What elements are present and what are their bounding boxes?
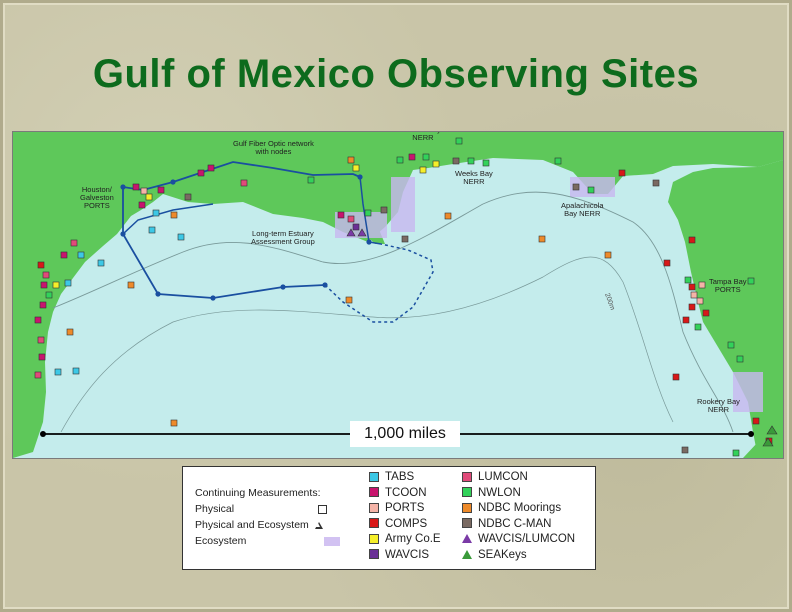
contour-label: 200m [603,292,616,311]
square-marker-icon [462,471,472,482]
legend-label: SEAKeys [478,548,527,561]
square-marker-icon [369,471,379,482]
legend-phys-eco-row: Physical and Ecosystem [195,517,340,533]
legend-label: LUMCON [478,471,528,483]
fiber-dashed [324,243,434,323]
square-marker-icon [369,502,379,513]
square-marker-icon [369,549,379,560]
label-fiber: Gulf Fiber Optic network with nodes [233,139,314,156]
triangle-marker-icon [462,549,472,559]
map-legend: Continuing Measurements: Physical Physic… [182,466,596,570]
legend-label: Army Co.E [385,533,441,545]
legend-label: NDBC C-MAN [478,517,552,530]
legend-physical-row: Physical [195,501,340,517]
legend-col2-item: SEAKeys [462,549,527,561]
ecosystem-symbol-icon [324,536,341,546]
label-tampa: Tampa Bay PORTS [709,277,747,294]
legend-col1-item: TCOON [369,487,427,499]
deep-contour [60,256,674,433]
legend-col2-item: NDBC Moorings [462,502,561,514]
legend-label: NWLON [478,486,521,499]
legend-col1-item: TABS [369,471,414,483]
legend-continuing: Continuing Measurements: [195,487,321,499]
square-marker-icon [369,533,379,544]
legend-label: COMPS [385,517,428,530]
square-marker-icon [462,502,472,513]
map-graphic: 200m [13,132,783,458]
physical-symbol-icon [318,504,328,514]
phys-eco-symbol-icon [314,521,323,529]
legend-col1-item: COMPS [369,518,427,530]
legend-label: WAVCIS [385,548,430,561]
square-marker-icon [369,518,379,529]
legend-label: TABS [385,471,415,483]
label-rookery: Rookery Bay NERR [697,397,740,414]
triangle-marker-icon [462,534,472,544]
legend-col1-item: Army Co.E [369,533,441,545]
legend-label: PORTS [385,502,425,514]
square-marker-icon [369,487,379,498]
legend-eco-row: Ecosystem [195,533,341,549]
legend-col2-item: WAVCIS/LUMCON [462,533,575,545]
label-grand-bay: Grand Bay NERR [405,132,441,142]
label-houston: Houston/ Galveston PORTS [80,185,114,210]
scale-label: 1,000 miles [350,421,460,447]
legend-col1-item: PORTS [369,502,424,514]
square-marker-icon [462,518,472,529]
legend-label: TCOON [385,486,427,499]
page-title: Gulf of Mexico Observing Sites [92,52,700,96]
legend-col2-item: LUMCON [462,471,528,483]
legend-col2-item: NDBC C-MAN [462,518,551,530]
legend-categories: Continuing Measurements: Physical Physic… [195,485,341,549]
square-marker-icon [462,487,472,498]
label-weeks-bay: Weeks Bay NERR [455,169,493,186]
gulf-map: 200m NERR Gulf Fiber Optic network with … [12,131,784,459]
legend-label: NDBC Moorings [478,502,562,514]
label-apalachicola: Apalachicola Bay NERR [561,201,604,218]
eco-region-grandbay [391,177,415,232]
label-estuary: Long-term Estuary Assessment Group [251,229,315,246]
legend-col2-item: NWLON [462,487,521,499]
legend-label: WAVCIS/LUMCON [478,533,576,545]
legend-col1-item: WAVCIS [369,549,429,561]
